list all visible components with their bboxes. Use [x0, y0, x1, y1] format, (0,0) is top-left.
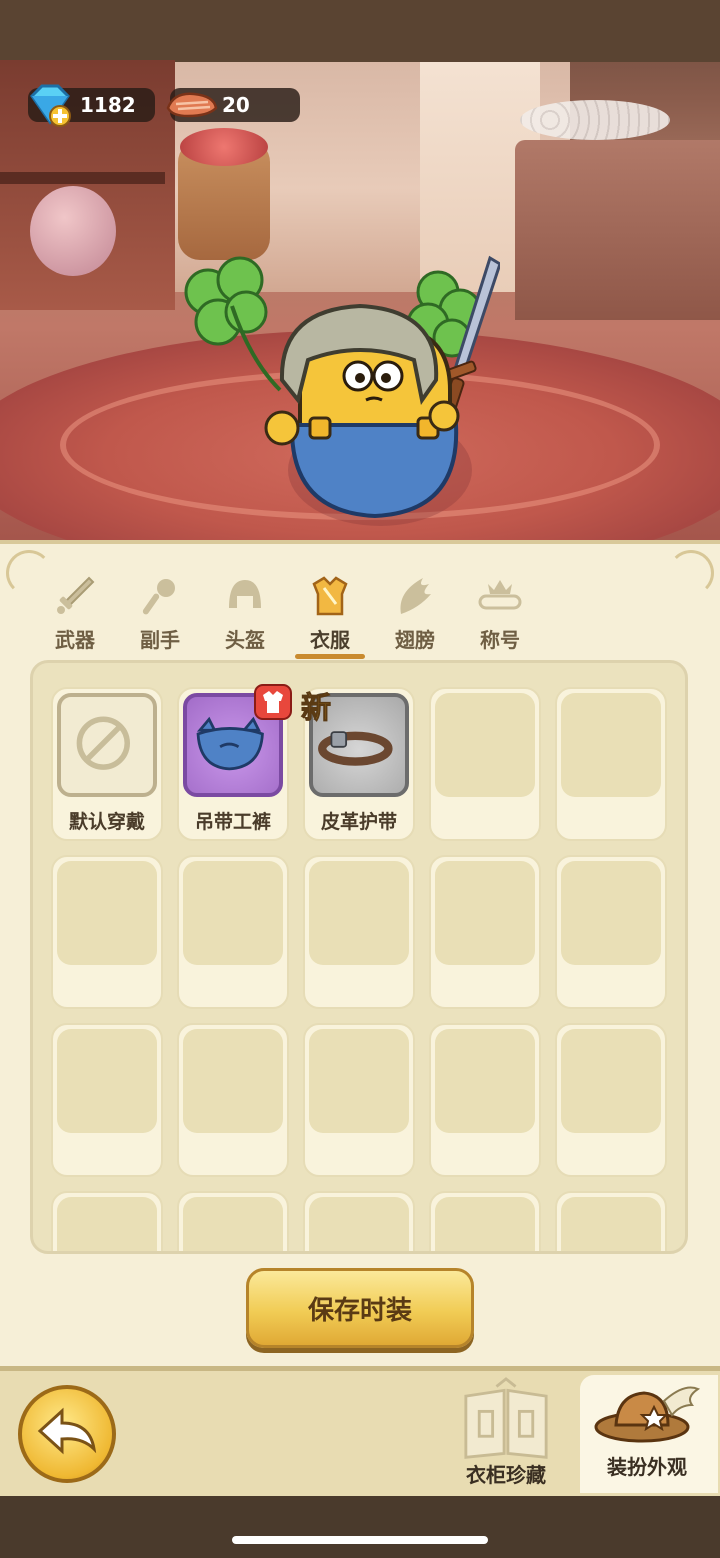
- tab-clothes[interactable]: 衣服: [291, 574, 369, 659]
- empty-slot: [183, 1029, 283, 1133]
- tab-label: 翅膀: [395, 628, 435, 652]
- empty-cell: [51, 855, 163, 1009]
- empty-slot: [57, 861, 157, 965]
- empty-slot: [183, 861, 283, 965]
- empty-slot: [309, 1029, 409, 1133]
- dressup-appearance-button[interactable]: 装扮外观: [580, 1375, 718, 1493]
- clover-left: [184, 256, 268, 346]
- outfit-grid: 默认穿戴 吊带工裤 皮革护带 新: [30, 660, 688, 1254]
- gem-plus-icon: [30, 84, 71, 127]
- tab-label: 武器: [55, 628, 95, 652]
- outfit-label: 吊带工裤: [194, 811, 271, 833]
- outfit-cell-default[interactable]: 默认穿戴: [51, 687, 163, 841]
- panel-corner-ornament: [668, 550, 714, 596]
- outfit-label: 默认穿戴: [68, 811, 145, 833]
- meat-counter[interactable]: 20: [166, 88, 300, 122]
- status-bar-area: [0, 0, 720, 62]
- armor-icon: [312, 576, 348, 616]
- empty-cell: [555, 687, 667, 841]
- meat-icon: [166, 92, 218, 118]
- empty-cell: [177, 1191, 289, 1251]
- empty-slot: [183, 1197, 283, 1251]
- empty-cell: [51, 1191, 163, 1251]
- helmet-icon: [229, 580, 261, 608]
- dressup-panel: 武器 副手 头盔 衣服 翅膀 称号 默认穿戴 吊带工裤 皮革护带 新 保存时装: [0, 540, 720, 1370]
- empty-cell: [555, 855, 667, 1009]
- empty-slot: [309, 861, 409, 965]
- gem-counter[interactable]: 1182: [28, 84, 155, 127]
- empty-cell: [429, 687, 541, 841]
- wardrobe-label: 衣柜珍藏: [466, 1463, 546, 1487]
- empty-cell: [303, 1023, 415, 1177]
- tab-offhand[interactable]: 副手: [121, 574, 199, 658]
- save-outfit-button[interactable]: 保存时装: [246, 1268, 474, 1348]
- empty-cell: [177, 855, 289, 1009]
- empty-slot: [309, 1197, 409, 1251]
- empty-slot: [561, 1197, 661, 1251]
- egg-decoration: [30, 186, 116, 276]
- back-button[interactable]: [18, 1385, 116, 1483]
- empty-slot: [435, 693, 535, 797]
- character-avatar: [184, 255, 500, 526]
- title-crown-icon: [478, 580, 522, 610]
- tab-wings[interactable]: 翅膀: [376, 574, 454, 658]
- hat-icon: [594, 1386, 701, 1443]
- back-arrow-icon: [37, 1407, 97, 1455]
- active-tab-indicator: [295, 654, 365, 659]
- empty-cell: [429, 1023, 541, 1177]
- category-tabs: 武器 副手 头盔 衣服 翅膀 称号: [36, 574, 556, 659]
- home-indicator[interactable]: [232, 1536, 488, 1544]
- empty-cell: [429, 855, 541, 1009]
- book-icon: [464, 1377, 548, 1459]
- character-scene: 1182 20: [0, 0, 720, 545]
- empty-cell: [429, 1191, 541, 1251]
- footer-strip: [0, 1496, 720, 1558]
- empty-slot: [561, 693, 661, 797]
- pearls-decoration: [520, 100, 670, 140]
- empty-cell: [555, 1191, 667, 1251]
- empty-slot: [561, 1029, 661, 1133]
- wardrobe-collection-button[interactable]: 衣柜珍藏: [450, 1377, 562, 1491]
- empty-cell: [303, 1191, 415, 1251]
- empty-slot: [435, 861, 535, 965]
- empty-cell: [177, 1023, 289, 1177]
- outfit-label: 皮革护带: [320, 811, 397, 833]
- bottom-bar: 衣柜珍藏 装扮外观: [0, 1366, 720, 1496]
- outfit-slot: [57, 693, 157, 797]
- empty-slot: [435, 1029, 535, 1133]
- empty-slot: [435, 1197, 535, 1251]
- barrel-top: [180, 128, 268, 166]
- tab-label: 称号: [480, 628, 520, 652]
- sword-icon: [57, 576, 95, 614]
- equipped-shirt-icon: [254, 684, 292, 720]
- empty-cell: [51, 1023, 163, 1177]
- chest-decoration: [515, 140, 720, 320]
- tab-label: 副手: [140, 628, 180, 652]
- dressup-label: 装扮外观: [607, 1455, 687, 1479]
- empty-cell: [555, 1023, 667, 1177]
- empty-slot: [57, 1197, 157, 1251]
- shelf-board: [0, 172, 165, 184]
- empty-slot: [57, 1029, 157, 1133]
- empty-slot: [561, 861, 661, 965]
- tab-helmet[interactable]: 头盔: [206, 574, 284, 658]
- offhand-icon: [142, 579, 175, 615]
- tab-title[interactable]: 称号: [461, 574, 539, 658]
- tab-label: 衣服: [310, 628, 350, 652]
- new-badge: 新: [301, 691, 332, 727]
- none-icon: [76, 716, 130, 770]
- tab-weapon[interactable]: 武器: [36, 574, 114, 658]
- wings-icon: [400, 578, 431, 614]
- empty-cell: [303, 855, 415, 1009]
- outfit-cell-overalls[interactable]: 吊带工裤: [177, 684, 292, 841]
- tab-label: 头盔: [225, 628, 265, 652]
